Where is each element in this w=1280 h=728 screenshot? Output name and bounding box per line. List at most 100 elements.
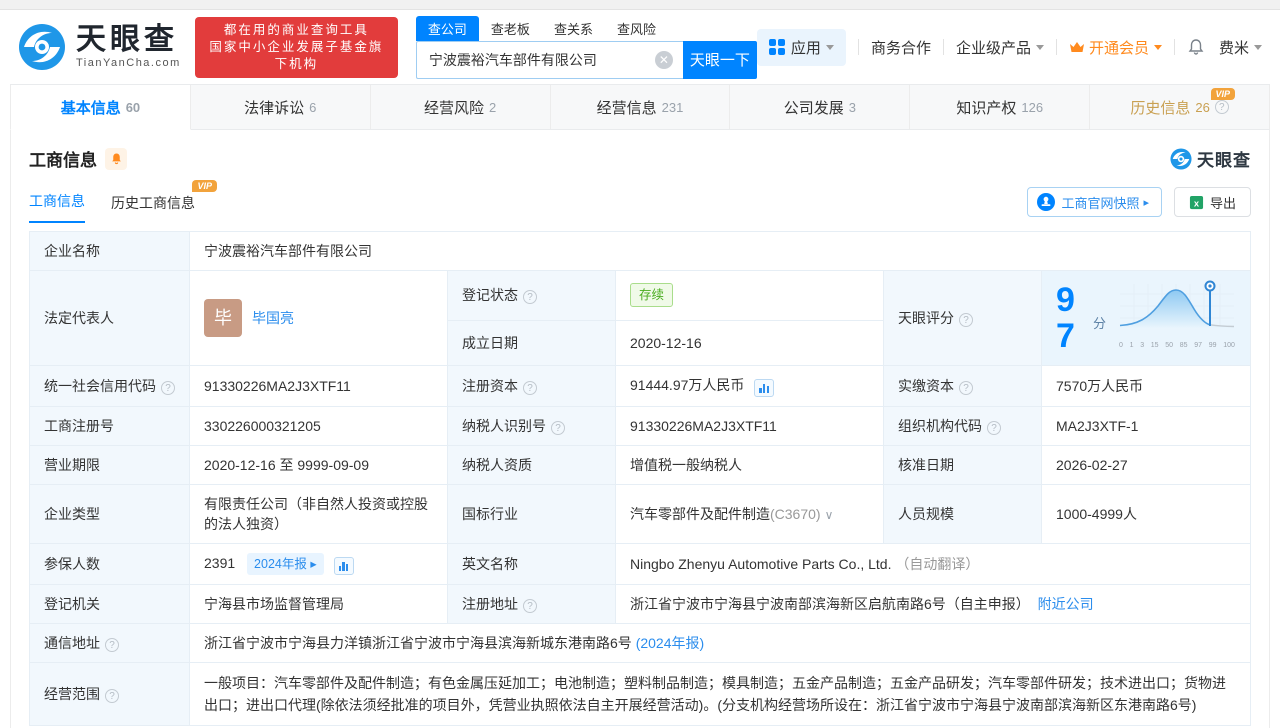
- reg-capital-label: 注册资本?: [447, 365, 616, 407]
- score-number: 97: [1056, 281, 1075, 355]
- search-input[interactable]: [415, 40, 683, 79]
- caret-down-icon: [1035, 44, 1044, 50]
- site-header: 天眼查 TianYanCha.com 都在用的商业查询工具 国家中小企业发展子基…: [0, 10, 1280, 84]
- english-name-label: 英文名称: [447, 543, 616, 585]
- annual-report-link[interactable]: (2024年报): [636, 635, 704, 651]
- subtab-business-info[interactable]: 工商信息: [29, 191, 85, 223]
- insured-trend-icon[interactable]: [333, 557, 354, 575]
- legal-rep-value: 毕 毕国亮: [189, 270, 448, 366]
- tab-legal-litigation[interactable]: 法律诉讼 6: [191, 85, 371, 129]
- company-type-value: 有限责任公司（非自然人投资或控股的法人独资）: [189, 484, 448, 544]
- tab-history-info[interactable]: VIP 历史信息 26 ?: [1090, 85, 1271, 129]
- nav-enterprise-product[interactable]: 企业级产品: [956, 37, 1044, 58]
- reg-no-value: 330226000321205: [189, 406, 448, 446]
- staff-size-value: 1000-4999人: [1041, 484, 1251, 544]
- legal-rep-label: 法定代表人: [29, 270, 190, 366]
- crown-icon: [1069, 42, 1084, 52]
- stamp-icon: [1037, 193, 1056, 211]
- tab-company-development[interactable]: 公司发展 3: [730, 85, 911, 129]
- section-title: 工商信息: [29, 151, 97, 170]
- search-tab-company[interactable]: 查公司: [415, 15, 479, 41]
- help-icon[interactable]: ?: [959, 381, 973, 395]
- help-icon[interactable]: ?: [105, 689, 119, 703]
- help-icon[interactable]: ?: [523, 599, 537, 613]
- legal-rep-avatar[interactable]: 毕: [204, 299, 242, 337]
- table-row: 企业类型 有限责任公司（非自然人投资或控股的法人独资） 国标行业 汽车零部件及配…: [29, 484, 1251, 544]
- industry-label: 国标行业: [447, 484, 616, 544]
- search-button[interactable]: 天眼一下: [682, 40, 757, 79]
- score-value[interactable]: 97 分 0 1 3 15 50 85 97 99 100: [1041, 270, 1251, 366]
- table-row: 通信地址? 浙江省宁波市宁海县力洋镇浙江省宁波市宁海县滨海新城东港南路6号 (2…: [29, 623, 1251, 663]
- search-tab-boss[interactable]: 查老板: [479, 16, 542, 41]
- help-icon[interactable]: ?: [161, 381, 175, 395]
- vip-badge: VIP: [192, 180, 217, 192]
- table-row: 企业名称 宁波震裕汽车部件有限公司: [29, 231, 1251, 271]
- score-curve-chart: 01 3 15 50 85 97 99 100: [1118, 280, 1236, 356]
- help-icon[interactable]: ?: [987, 421, 1001, 435]
- annual-report-badge[interactable]: 2024年报 ▸: [247, 553, 324, 575]
- brand-name: 天眼查: [76, 23, 178, 56]
- approval-date-label: 核准日期: [883, 445, 1042, 485]
- table-row: 参保人数 2391 2024年报 ▸ 英文名称 Ningbo Zhenyu Au…: [29, 543, 1251, 585]
- excel-icon: x: [1189, 195, 1204, 209]
- tianyancha-logo-icon: [1170, 147, 1192, 170]
- subtab-history-business-info[interactable]: 历史工商信息 VIP: [111, 180, 217, 223]
- paid-capital-label: 实缴资本?: [883, 365, 1042, 407]
- search-tabs: 查公司 查老板 查关系 查风险: [415, 15, 757, 41]
- paid-capital-value: 7570万人民币: [1041, 365, 1251, 407]
- apps-menu[interactable]: 应用: [756, 28, 846, 66]
- clear-search-icon[interactable]: ✕: [654, 50, 673, 69]
- org-code-label: 组织机构代码?: [883, 406, 1042, 446]
- company-name-label: 企业名称: [29, 231, 190, 271]
- user-menu[interactable]: 费米: [1219, 37, 1262, 58]
- brand-logo[interactable]: 天眼查 TianYanCha.com: [18, 23, 181, 71]
- company-name-value: 宁波震裕汽车部件有限公司: [189, 231, 1251, 271]
- reg-status-label: 登记状态?: [447, 270, 616, 321]
- header-nav: 应用 商务合作 企业级产品 开通会员 费米: [756, 28, 1262, 66]
- browser-top-strip: [0, 0, 1280, 10]
- score-axis-ticks: 01 3 15 50 85 97 99 100: [1119, 342, 1235, 349]
- insured-value: 2391 2024年报 ▸: [189, 543, 448, 585]
- tianyancha-logo-icon: [19, 24, 65, 70]
- nav-business-coop[interactable]: 商务合作: [871, 37, 931, 58]
- status-badge: 存续: [630, 283, 674, 308]
- arrow-right-icon: ▸: [1143, 196, 1149, 209]
- help-icon[interactable]: ?: [523, 381, 537, 395]
- help-icon[interactable]: ?: [105, 638, 119, 652]
- tab-basic-info[interactable]: 基本信息 60: [10, 85, 191, 130]
- help-icon[interactable]: ?: [1214, 100, 1229, 114]
- help-icon[interactable]: ?: [551, 421, 565, 435]
- search-tab-relation[interactable]: 查关系: [542, 16, 605, 41]
- taxpayer-quality-value: 增值税一般纳税人: [615, 445, 884, 485]
- capital-trend-icon[interactable]: [754, 379, 775, 397]
- org-code-value: MA2J3XTF-1: [1041, 406, 1251, 446]
- subscribe-bell-icon[interactable]: [105, 147, 127, 170]
- chevron-down-icon[interactable]: ∨: [825, 508, 834, 522]
- nearby-company-link[interactable]: 附近公司: [1038, 596, 1094, 612]
- establish-date-value: 2020-12-16: [615, 319, 884, 367]
- export-button[interactable]: x 导出: [1173, 187, 1251, 217]
- promo-badge: 都在用的商业查询工具 国家中小企业发展子基金旗下机构: [194, 16, 398, 78]
- taxpayer-id-value: 91330226MA2J3XTF11: [615, 406, 884, 446]
- tab-intellectual-property[interactable]: 知识产权 126: [910, 85, 1091, 129]
- notification-bell[interactable]: [1187, 38, 1205, 56]
- legal-rep-link[interactable]: 毕国亮: [252, 308, 294, 328]
- industry-value[interactable]: 汽车零部件及配件制造(C3670) ∨: [615, 484, 884, 544]
- official-snapshot-button[interactable]: 工商官网快照 ▸: [1027, 187, 1162, 217]
- mail-address-value: 浙江省宁波市宁海县力洋镇浙江省宁波市宁海县滨海新城东港南路6号 (2024年报): [189, 623, 1251, 663]
- biz-term-label: 营业期限: [29, 445, 190, 485]
- search-tab-risk[interactable]: 查风险: [605, 16, 668, 41]
- reg-authority-value: 宁海县市场监督管理局: [189, 584, 448, 624]
- reg-address-label: 注册地址?: [447, 584, 616, 624]
- reg-status-value: 存续: [615, 270, 884, 321]
- brand-domain: TianYanCha.com: [76, 57, 181, 69]
- help-icon[interactable]: ?: [523, 290, 537, 305]
- table-row: 登记机关 宁海县市场监督管理局 注册地址? 浙江省宁波市宁海县宁波南部滨海新区启…: [29, 584, 1251, 624]
- company-detail-tabs: 基本信息 60 法律诉讼 6 经营风险 2 经营信息 231 公司发展 3 知识产权 126…: [10, 84, 1271, 130]
- help-icon[interactable]: ?: [959, 313, 973, 327]
- score-label: 天眼评分?: [883, 270, 1042, 366]
- tab-operation-info[interactable]: 经营信息 231: [551, 85, 731, 129]
- nav-open-vip[interactable]: 开通会员: [1069, 37, 1162, 58]
- uscc-label: 统一社会信用代码?: [29, 365, 190, 407]
- tab-operation-risk[interactable]: 经营风险 2: [371, 85, 551, 129]
